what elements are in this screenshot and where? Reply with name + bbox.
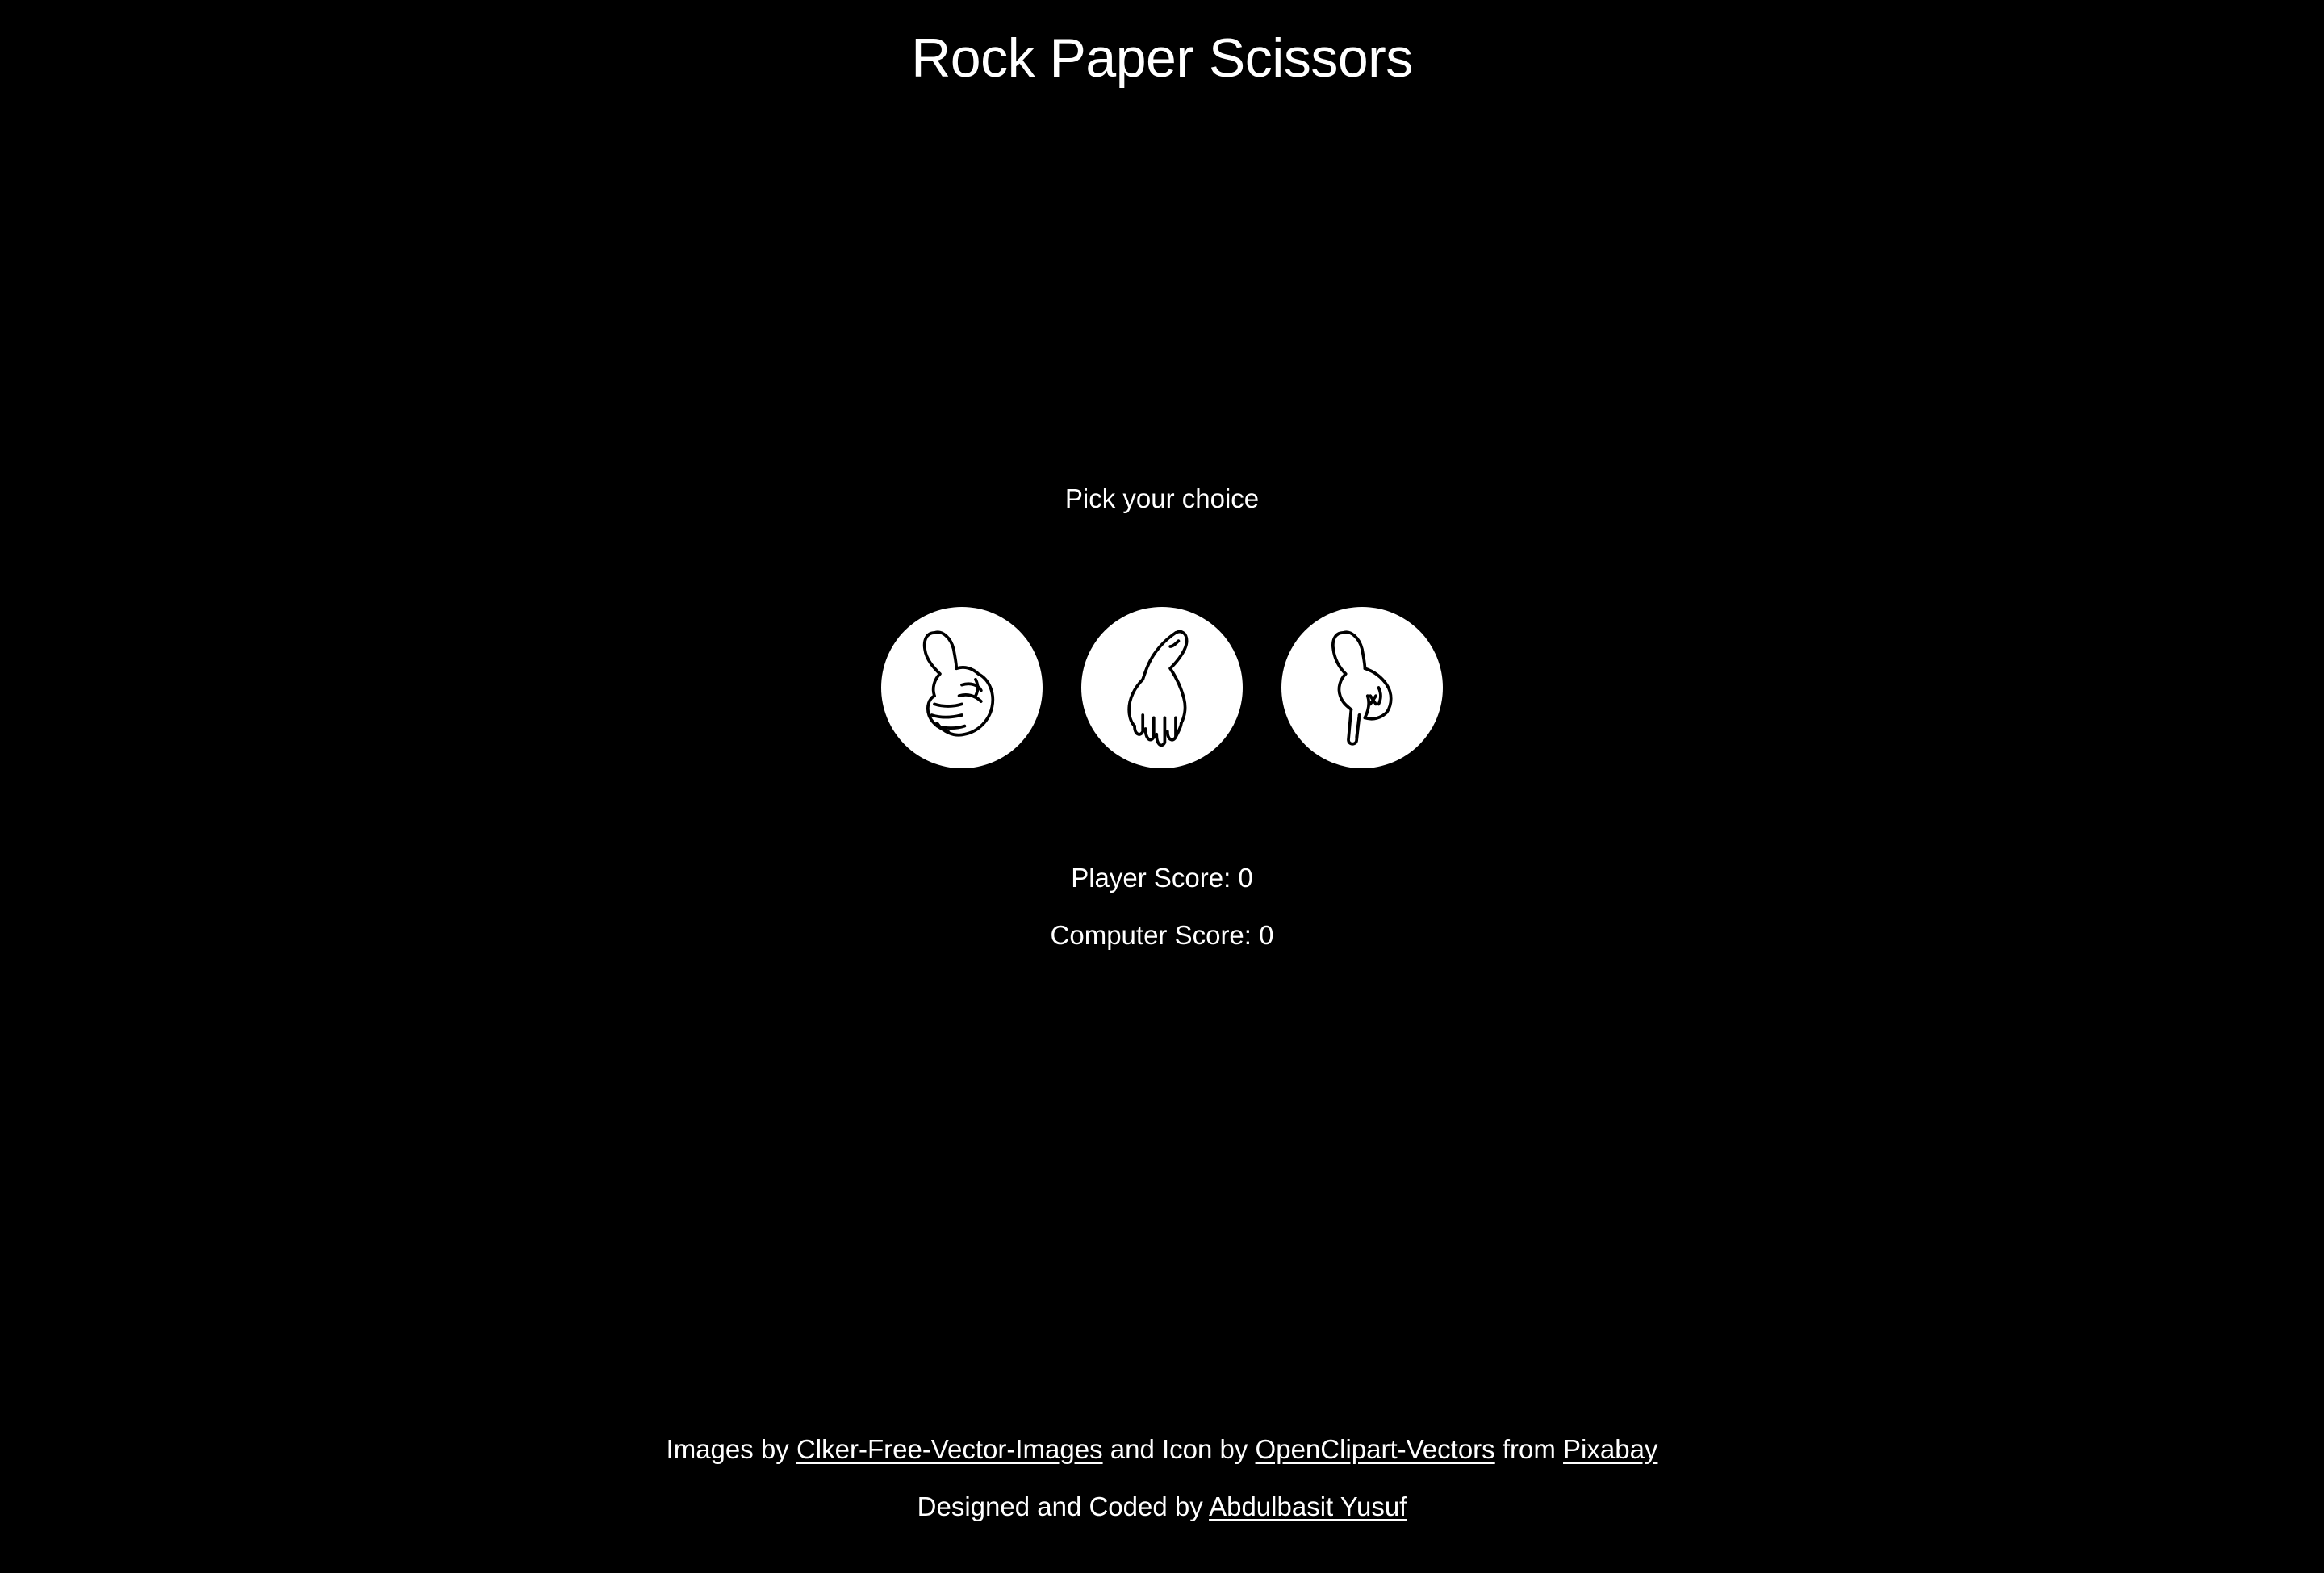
page-title: Rock Paper Scissors <box>911 27 1413 89</box>
scissors-button[interactable] <box>1281 607 1443 768</box>
and-icon-text: and Icon by <box>1102 1434 1256 1464</box>
designed-by-text: Designed and Coded by <box>917 1491 1210 1521</box>
pixabay-link[interactable]: Pixabay <box>1563 1434 1657 1464</box>
image-credits: Images by Clker-Free-Vector-Images and I… <box>0 1430 2324 1469</box>
images-author-link[interactable]: Clker-Free-Vector-Images <box>796 1434 1103 1464</box>
rock-button[interactable] <box>881 607 1043 768</box>
rock-hand-icon <box>922 630 995 737</box>
choice-buttons <box>0 607 2324 768</box>
scissors-hand-icon <box>1331 630 1393 746</box>
from-text: from <box>1494 1434 1564 1464</box>
paper-hand-icon <box>1127 630 1189 747</box>
icon-author-link[interactable]: OpenClipart-Vectors <box>1256 1434 1495 1464</box>
paper-button[interactable] <box>1081 607 1243 768</box>
computer-score: Computer Score: 0 <box>1050 920 1274 950</box>
images-by-text: Images by <box>666 1434 796 1464</box>
choice-prompt: Pick your choice <box>1064 483 1260 513</box>
author-credit: Designed and Coded by Abdulbasit Yusuf <box>0 1487 2324 1526</box>
author-link[interactable]: Abdulbasit Yusuf <box>1209 1491 1407 1521</box>
player-score: Player Score: 0 <box>1071 863 1253 893</box>
